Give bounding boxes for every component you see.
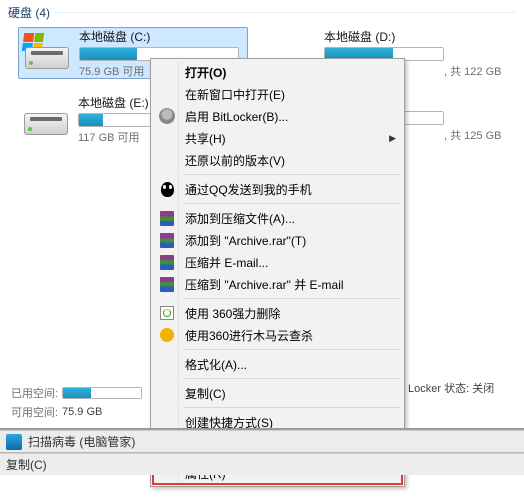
- 360-icon: [159, 305, 175, 321]
- menu-qq-send[interactable]: 通过QQ发送到我的手机: [153, 178, 402, 200]
- drive-name: 本地磁盘 (C:): [79, 28, 243, 45]
- menu-share[interactable]: 共享(H) ▶: [153, 127, 402, 149]
- menu-rar-add[interactable]: 添加到压缩文件(A)...: [153, 207, 402, 229]
- context-menu: 打开(O) 在新窗口中打开(E) 启用 BitLocker(B)... 共享(H…: [150, 58, 405, 487]
- bottom-strip: 扫描病毒 (电脑管家) 复制(C): [0, 428, 524, 475]
- separator: [183, 203, 400, 204]
- menu-copy-bottom[interactable]: 复制(C): [0, 453, 524, 475]
- bitlocker-status: Locker 状态: 关闭: [408, 380, 494, 396]
- bitlocker-icon: [159, 108, 175, 124]
- section-title: 硬盘 (4): [8, 4, 50, 21]
- qq-icon: [159, 181, 175, 197]
- chevron-right-icon: ▶: [389, 133, 396, 144]
- menu-open[interactable]: 打开(O): [153, 61, 402, 83]
- menu-360-trojan-scan[interactable]: 使用360进行木马云查杀: [153, 324, 402, 346]
- winrar-icon: [159, 276, 175, 292]
- menu-rar-addto-email[interactable]: 压缩到 "Archive.rar" 并 E-mail: [153, 273, 402, 295]
- separator: [183, 407, 400, 408]
- menu-rar-email[interactable]: 压缩并 E-mail...: [153, 251, 402, 273]
- menu-open-new-window[interactable]: 在新窗口中打开(E): [153, 83, 402, 105]
- menu-restore-versions[interactable]: 还原以前的版本(V): [153, 149, 402, 171]
- drive-icon: [23, 33, 71, 73]
- separator: [183, 174, 400, 175]
- drive-stat: , 共 122 GB: [444, 63, 516, 79]
- 360-shield-icon: [159, 327, 175, 343]
- used-space-bar: [62, 387, 142, 399]
- winrar-icon: [159, 254, 175, 270]
- bitlocker-status-label: Locker 状态:: [408, 383, 469, 395]
- section-header-rule: [54, 12, 516, 13]
- details-pane: 已用空间: 可用空间: 75.9 GB: [0, 378, 150, 427]
- separator: [183, 378, 400, 379]
- separator: [183, 349, 400, 350]
- free-space-label: 可用空间:: [6, 404, 58, 420]
- winrar-icon: [159, 232, 175, 248]
- antivirus-icon: [6, 434, 22, 450]
- bitlocker-status-value: 关闭: [472, 383, 494, 395]
- free-space-value: 75.9 GB: [62, 406, 102, 418]
- menu-enable-bitlocker[interactable]: 启用 BitLocker(B)...: [153, 105, 402, 127]
- menu-360-force-delete[interactable]: 使用 360强力删除: [153, 302, 402, 324]
- usage-fill: [79, 114, 103, 126]
- separator: [183, 298, 400, 299]
- drive-icon: [22, 99, 70, 139]
- menu-scan-virus[interactable]: 扫描病毒 (电脑管家): [0, 430, 524, 452]
- menu-rar-addto[interactable]: 添加到 "Archive.rar"(T): [153, 229, 402, 251]
- drive-stat: , 共 125 GB: [444, 127, 516, 143]
- menu-copy[interactable]: 复制(C): [153, 382, 402, 404]
- section-header: 硬盘 (4): [0, 0, 524, 23]
- winrar-icon: [159, 210, 175, 226]
- usage-fill: [80, 48, 137, 60]
- drive-name: 本地磁盘 (D:): [324, 28, 516, 45]
- menu-format[interactable]: 格式化(A)...: [153, 353, 402, 375]
- used-space-label: 已用空间:: [6, 385, 58, 401]
